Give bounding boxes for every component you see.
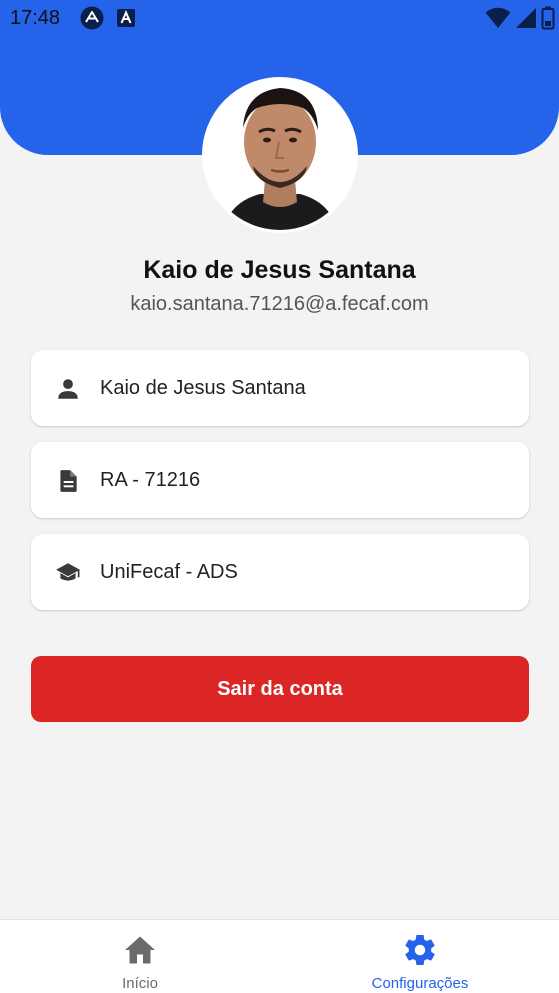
bottom-nav: Início Configurações (0, 919, 559, 993)
info-card-text: UniFecaf - ADS (100, 560, 238, 583)
info-card-text: Kaio de Jesus Santana (100, 376, 306, 399)
profile-name: Kaio de Jesus Santana (143, 256, 416, 284)
logout-button[interactable]: Sair da conta (31, 656, 529, 722)
status-bar: 17:48 (0, 0, 559, 36)
graduation-cap-icon (56, 563, 80, 581)
profile-email: kaio.santana.71216@a.fecaf.com (130, 293, 429, 315)
expo-icon (80, 6, 104, 30)
person-icon (58, 379, 78, 399)
info-card-text: RA - 71216 (100, 468, 201, 491)
status-indicators (485, 6, 555, 30)
profile-photo (205, 80, 355, 230)
wifi-icon (485, 7, 511, 28)
document-icon (60, 470, 77, 492)
nav-item-inicio[interactable]: Início (0, 920, 280, 993)
info-card-name: Kaio de Jesus Santana (31, 350, 529, 426)
info-card-institution: UniFecaf - ADS (31, 534, 529, 610)
app-a-icon (117, 9, 135, 27)
battery-icon (541, 6, 555, 30)
nav-label: Início (122, 975, 158, 992)
info-card-ra: RA - 71216 (31, 442, 529, 518)
avatar (202, 77, 358, 233)
nav-item-configuracoes[interactable]: Configurações (280, 920, 559, 993)
gear-icon (405, 935, 435, 966)
home-icon (125, 936, 155, 964)
status-time: 17:48 (10, 7, 61, 29)
signal-icon (516, 8, 536, 28)
nav-label: Configurações (371, 975, 469, 992)
